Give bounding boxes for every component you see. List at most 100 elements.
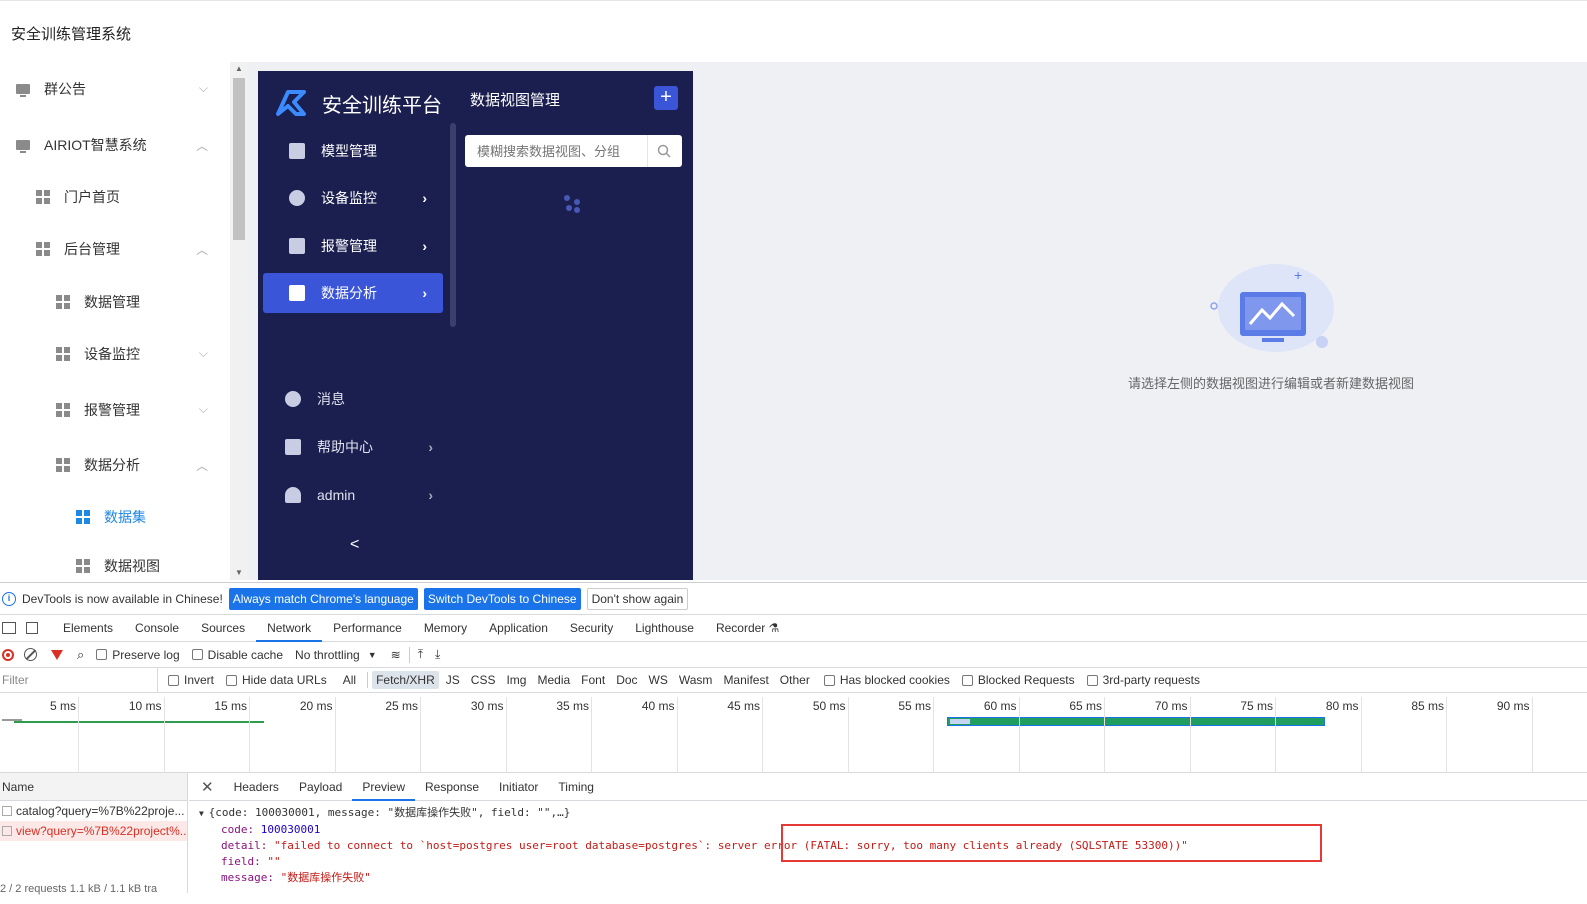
disable-cache-checkbox[interactable]: Disable cache (191, 648, 283, 662)
type-filter-img[interactable]: Img (502, 671, 530, 689)
type-filter-js[interactable]: JS (442, 671, 464, 689)
scrollbar-thumb[interactable] (233, 78, 245, 240)
blocked-cookies-checkbox[interactable]: Has blocked cookies (823, 673, 950, 687)
checkbox-label: 3rd-party requests (1102, 673, 1200, 687)
tree-item-data-mgmt[interactable]: 数据管理 (0, 282, 230, 322)
json-message-line: message: "数据库操作失败" (199, 870, 1587, 886)
tree-item-dataset[interactable]: 数据集 (0, 497, 230, 537)
request-row[interactable]: view?query=%7B%22project%... (0, 821, 187, 841)
timeline-gridline (249, 697, 250, 773)
dropdown-arrow-icon[interactable]: ▼ (368, 650, 377, 660)
platform-brand[interactable]: 安全训练平台 (274, 83, 442, 123)
add-data-view-button[interactable]: + (654, 86, 678, 110)
tab-performance[interactable]: Performance (322, 615, 413, 642)
tree-item-backend[interactable]: 后台管理 ︿ (0, 229, 230, 269)
request-name: catalog?query=%7B%22proje... (16, 804, 185, 818)
nav-item-messages[interactable]: 消息 (263, 379, 443, 419)
device-toggle-icon[interactable] (26, 622, 38, 634)
clear-icon[interactable] (24, 648, 37, 661)
collapse-nav-button[interactable]: < (350, 536, 359, 554)
scroll-down-icon[interactable]: ▼ (235, 568, 243, 577)
tab-console[interactable]: Console (124, 615, 190, 642)
dont-show-again-button[interactable]: Don't show again (586, 587, 689, 610)
timeline-gridline (762, 697, 763, 773)
request-row[interactable]: catalog?query=%7B%22proje... (0, 801, 187, 821)
search-input[interactable] (465, 136, 647, 166)
chevron-up-icon: ︿ (195, 243, 208, 257)
tab-security[interactable]: Security (559, 615, 624, 642)
detail-tabs: ✕ Headers Payload Preview Response Initi… (189, 773, 1587, 801)
tab-response[interactable]: Response (415, 773, 489, 801)
grid-icon (36, 242, 50, 256)
sidebar-scrollbar[interactable]: ▲ ▼ (230, 62, 248, 580)
tree-item-data-analysis[interactable]: 数据分析 ︿ (0, 445, 230, 485)
sidebar-tree: 群公告 ⌵ AIRIOT智慧系统 ︿ 门户首页 后台管理 ︿ 数据管理 设备监控… (0, 62, 230, 580)
nav-item-data-analysis[interactable]: 数据分析 › (263, 273, 443, 313)
throttling-select[interactable]: No throttling (295, 648, 360, 662)
search-icon[interactable] (647, 135, 679, 167)
inspect-icon[interactable] (2, 622, 16, 634)
tree-item-announcement[interactable]: 群公告 ⌵ (0, 69, 230, 109)
type-filter-doc[interactable]: Doc (612, 671, 641, 689)
tree-item-alarm[interactable]: 报警管理 ⌵ (0, 390, 230, 430)
timeline-gridline (163, 697, 165, 773)
invert-checkbox[interactable]: Invert (168, 673, 214, 687)
data-view-panel: 数据视图管理 + (456, 71, 693, 580)
download-icon[interactable]: ⤓ (435, 647, 440, 662)
preserve-log-checkbox[interactable]: Preserve log (96, 648, 180, 662)
network-timeline[interactable]: 5 ms 10 ms 15 ms 20 ms 25 ms 30 ms 35 ms 40 ms 4… (0, 693, 1587, 773)
tab-network[interactable]: Network (256, 615, 323, 642)
record-icon[interactable] (2, 648, 14, 661)
tree-item-data-view[interactable]: 数据视图 (0, 546, 230, 580)
scroll-up-icon[interactable]: ▲ (235, 64, 243, 73)
filter-input[interactable]: Filter (0, 667, 158, 693)
type-filter-css[interactable]: CSS (467, 671, 500, 689)
tab-recorder[interactable]: Recorder ⚗ (705, 615, 790, 642)
tab-lighthouse[interactable]: Lighthouse (624, 615, 705, 642)
type-filter-fetch[interactable]: Fetch/XHR (372, 671, 439, 689)
nav-item-alarm[interactable]: 报警管理 › (263, 226, 443, 266)
tree-item-portal[interactable]: 门户首页 (0, 177, 230, 217)
third-party-checkbox[interactable]: 3rd-party requests (1086, 673, 1200, 687)
type-filter-font[interactable]: Font (577, 671, 609, 689)
timeline-gridline (1189, 697, 1191, 773)
switch-chinese-button[interactable]: Switch DevTools to Chinese (423, 587, 581, 610)
grid-icon (56, 403, 70, 417)
tab-application[interactable]: Application (478, 615, 559, 642)
nav-item-help[interactable]: 帮助中心 › (263, 427, 449, 467)
tab-sources[interactable]: Sources (190, 615, 256, 642)
tab-timing[interactable]: Timing (548, 773, 604, 801)
tab-memory[interactable]: Memory (413, 615, 478, 642)
close-icon[interactable]: ✕ (201, 778, 214, 796)
name-column-header[interactable]: Name (0, 773, 187, 801)
tab-elements[interactable]: Elements (52, 615, 124, 642)
blocked-requests-checkbox[interactable]: Blocked Requests (961, 673, 1075, 687)
upload-icon[interactable]: ⤒ (418, 647, 423, 662)
tree-item-airiot[interactable]: AIRIOT智慧系统 ︿ (0, 125, 230, 165)
type-filter-all[interactable]: All (339, 671, 360, 689)
type-filter-media[interactable]: Media (533, 671, 574, 689)
tab-initiator[interactable]: Initiator (489, 773, 548, 801)
hide-data-urls-checkbox[interactable]: Hide data URLs (226, 673, 327, 687)
json-summary[interactable]: ▼ {code: 100030001, message: "数据库操作失败", … (199, 805, 1587, 822)
monitor-icon (16, 140, 30, 153)
json-summary-text: {code: 100030001, message: "数据库操作失败", fi… (208, 806, 571, 819)
search-icon[interactable]: ⌕ (77, 647, 84, 663)
timeline-gridline (1104, 697, 1105, 773)
wifi-icon[interactable]: ≋ (391, 648, 401, 662)
request-name: view?query=%7B%22project%... (16, 824, 187, 838)
chevron-up-icon: ︿ (195, 139, 208, 153)
type-filter-other[interactable]: Other (776, 671, 814, 689)
nav-item-model[interactable]: 模型管理 (263, 131, 443, 171)
tab-payload[interactable]: Payload (289, 773, 352, 801)
tab-headers[interactable]: Headers (224, 773, 289, 801)
type-filter-wasm[interactable]: Wasm (675, 671, 717, 689)
type-filter-ws[interactable]: WS (645, 671, 672, 689)
tab-preview[interactable]: Preview (352, 773, 415, 801)
tree-item-device-monitor[interactable]: 设备监控 ⌵ (0, 334, 230, 374)
match-language-button[interactable]: Always match Chrome's language (228, 587, 418, 610)
type-filter-manifest[interactable]: Manifest (719, 671, 772, 689)
filter-icon[interactable] (51, 649, 63, 660)
nav-item-admin[interactable]: admin › (263, 475, 449, 515)
nav-item-device-monitor[interactable]: 设备监控 › (263, 178, 443, 218)
